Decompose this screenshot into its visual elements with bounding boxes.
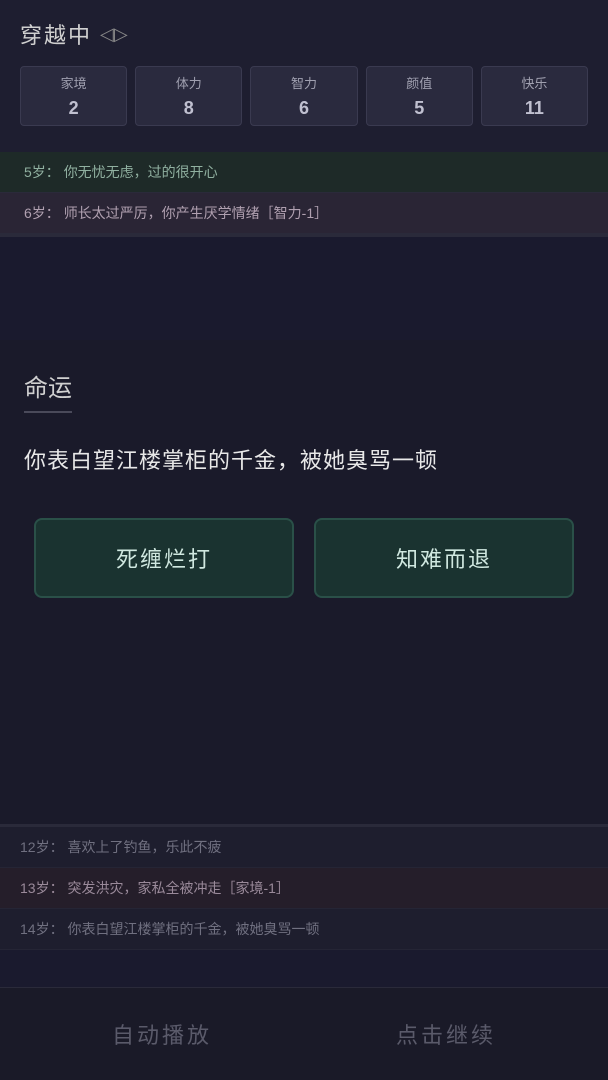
page-title: 穿越中 — [20, 18, 92, 50]
fate-section: 命运 你表白望江楼掌柜的千金，被她臭骂一顿 死缠烂打 知难而退 — [0, 340, 608, 824]
stat-box-jiajing: 家境 2 — [20, 66, 127, 126]
stat-label-1: 体力 — [140, 73, 237, 92]
bottom-bar: 自动播放 点击继续 — [0, 987, 608, 1080]
top-section: 穿越中 ◁▷ 家境 2 体力 8 智力 6 颜值 5 快乐 11 — [0, 0, 608, 152]
stat-label-2: 智力 — [255, 73, 352, 92]
stat-label-4: 快乐 — [486, 73, 583, 92]
fate-title: 命运 — [24, 368, 72, 413]
event-age-5: 5岁： — [24, 164, 60, 180]
stats-grid: 家境 2 体力 8 智力 6 颜值 5 快乐 11 — [20, 66, 588, 126]
fate-modal: 命运 你表白望江楼掌柜的千金，被她臭骂一顿 死缠烂打 知难而退 12岁： 喜欢上… — [0, 340, 608, 950]
stat-value-0: 2 — [25, 98, 122, 119]
stat-box-zhili: 智力 6 — [250, 66, 357, 126]
event-item-age5: 5岁： 你无忧无虑，过的很开心 — [0, 152, 608, 193]
stat-label-0: 家境 — [25, 73, 122, 92]
stat-box-kuaile: 快乐 11 — [481, 66, 588, 126]
history-age-13: 13岁： — [20, 880, 64, 896]
auto-play-button[interactable]: 自动播放 — [30, 1008, 294, 1060]
choice-button-retreat[interactable]: 知难而退 — [314, 518, 574, 598]
history-item-age13: 13岁： 突发洪灾，家私全被冲走［家境-1］ — [0, 868, 608, 909]
title-row: 穿越中 ◁▷ — [20, 18, 588, 50]
history-text-13: 突发洪灾，家私全被冲走［家境-1］ — [67, 880, 289, 896]
event-log-top: 5岁： 你无忧无虑，过的很开心 6岁： 师长太过严厉，你产生厌学情绪［智力-1］ — [0, 152, 608, 234]
stat-value-3: 5 — [371, 98, 468, 119]
history-item-age14: 14岁： 你表白望江楼掌柜的千金，被她臭骂一顿 — [0, 909, 608, 950]
stat-value-1: 8 — [140, 98, 237, 119]
stat-box-tili: 体力 8 — [135, 66, 242, 126]
history-text-14: 你表白望江楼掌柜的千金，被她臭骂一顿 — [67, 921, 319, 937]
fate-description: 你表白望江楼掌柜的千金，被她臭骂一顿 — [24, 443, 584, 478]
event-text-5: 你无忧无虑，过的很开心 — [64, 164, 218, 180]
event-text-6: 师长太过严厉，你产生厌学情绪［智力-1］ — [64, 205, 328, 221]
choice-buttons: 死缠烂打 知难而退 — [24, 518, 584, 598]
stat-box-yanzhi: 颜值 5 — [366, 66, 473, 126]
top-divider — [0, 234, 608, 237]
history-age-14: 14岁： — [20, 921, 64, 937]
event-item-age6: 6岁： 师长太过严厉，你产生厌学情绪［智力-1］ — [0, 193, 608, 234]
stat-value-4: 11 — [486, 98, 583, 119]
choice-button-fight[interactable]: 死缠烂打 — [34, 518, 294, 598]
loading-icon: ◁▷ — [100, 24, 128, 45]
stat-value-2: 6 — [255, 98, 352, 119]
history-age-12: 12岁： — [20, 839, 64, 855]
event-age-6: 6岁： — [24, 205, 60, 221]
history-text-12: 喜欢上了钓鱼，乐此不疲 — [67, 839, 221, 855]
continue-button[interactable]: 点击继续 — [314, 1008, 578, 1060]
history-log: 12岁： 喜欢上了钓鱼，乐此不疲 13岁： 突发洪灾，家私全被冲走［家境-1］ … — [0, 827, 608, 950]
history-item-age12: 12岁： 喜欢上了钓鱼，乐此不疲 — [0, 827, 608, 868]
stat-label-3: 颜值 — [371, 73, 468, 92]
